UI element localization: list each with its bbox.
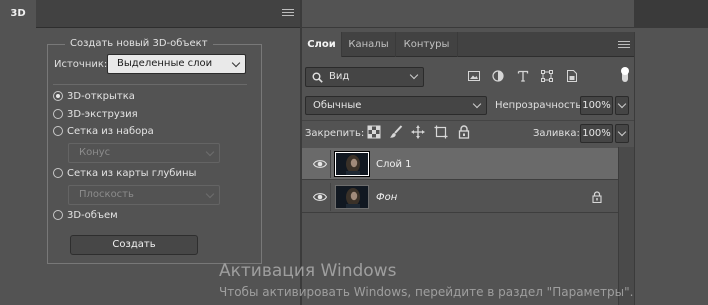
adjustment-filter-icon[interactable] — [492, 70, 504, 82]
fill-label[interactable]: Заливка: — [533, 127, 580, 140]
source-select[interactable]: Выделенные слои — [107, 54, 246, 74]
upper-panel-side — [634, 0, 708, 28]
layers-panel-menu-icon[interactable] — [618, 41, 630, 50]
windows-activation-title: Активация Windows — [219, 261, 397, 281]
chevron-down-icon — [472, 99, 482, 109]
lock-position-icon[interactable] — [411, 125, 425, 139]
chevron-down-icon — [231, 58, 241, 68]
mesh-preset-value: Конус — [79, 147, 111, 158]
option-label: Сетка из карты глубины — [67, 167, 197, 179]
tab-3d[interactable]: 3D — [0, 0, 36, 28]
image-filter-icon[interactable] — [468, 70, 480, 82]
depth-map-select: Плоскость — [68, 185, 220, 205]
source-label: Источник: — [54, 59, 108, 70]
lock-label: Закрепить: — [305, 128, 365, 139]
chevron-down-icon — [617, 127, 627, 137]
layer-thumbnail[interactable] — [335, 185, 369, 209]
layer-name[interactable]: Фон — [376, 191, 397, 204]
option-3d-extrusion[interactable]: 3D-экструзия — [53, 107, 138, 121]
divider — [53, 84, 247, 85]
radio-icon[interactable] — [53, 210, 63, 220]
option-label: 3D-открытка — [67, 90, 135, 102]
divider — [302, 120, 634, 121]
source-select-value: Выделенные слои — [117, 58, 213, 69]
blend-mode-value: Обычные — [313, 100, 362, 111]
lock-transparent-pixels-icon[interactable] — [367, 125, 381, 139]
layers-scrollbar[interactable] — [618, 147, 634, 305]
chevron-down-icon — [205, 189, 215, 199]
tab-paths[interactable]: Контуры — [396, 32, 458, 57]
radio-icon[interactable] — [53, 126, 63, 136]
option-label: Сетка из набора — [67, 125, 154, 137]
layer-kind-value: Вид — [329, 71, 350, 82]
filter-toggle-knob[interactable] — [621, 67, 629, 75]
portrait-thumbnail — [336, 153, 368, 175]
windows-activation-text: Чтобы активировать Windows, перейдите в … — [219, 285, 634, 299]
layer-name[interactable]: Слой 1 — [376, 158, 412, 171]
lock-image-pixels-icon[interactable] — [389, 125, 403, 139]
radio-checked-icon[interactable] — [53, 91, 63, 101]
chevron-down-icon — [617, 99, 627, 109]
option-label: 3D-экструзия — [67, 108, 138, 120]
lock-icon[interactable] — [591, 191, 603, 203]
option-label: 3D-объем — [67, 209, 118, 221]
right-panel-area — [634, 32, 708, 305]
tab-channels[interactable]: Каналы — [342, 32, 396, 57]
portrait-thumbnail — [336, 186, 368, 208]
option-3d-postcard[interactable]: 3D-открытка — [53, 89, 135, 103]
option-3d-volume[interactable]: 3D-объем — [53, 208, 118, 222]
layers-tab-bar: Слои Каналы Контуры — [302, 32, 634, 57]
radio-icon[interactable] — [53, 109, 63, 119]
chevron-down-icon — [205, 147, 215, 157]
panel-3d-tab-bar — [0, 0, 300, 28]
layer-kind-filter[interactable]: Вид — [305, 67, 424, 87]
opacity-slider-button[interactable] — [615, 96, 629, 115]
blend-mode-select[interactable]: Обычные — [305, 96, 487, 115]
tab-layers[interactable]: Слои — [302, 32, 342, 57]
shape-filter-icon[interactable] — [541, 70, 553, 82]
mesh-preset-select: Конус — [68, 143, 220, 163]
layer-row-selected[interactable]: Слой 1 — [302, 148, 618, 180]
chevron-down-icon — [409, 70, 419, 80]
search-icon — [312, 72, 323, 83]
layer-thumbnail[interactable] — [334, 151, 370, 177]
upper-panel — [302, 0, 634, 28]
opacity-input[interactable]: 100% — [580, 96, 613, 115]
layer-separator — [330, 150, 331, 178]
opacity-label[interactable]: Непрозрачность: — [495, 99, 585, 112]
type-filter-icon[interactable] — [517, 70, 529, 82]
create-3d-object-title: Создать новый 3D-объект — [65, 37, 213, 51]
smart-object-filter-icon[interactable] — [566, 70, 578, 82]
fill-input[interactable]: 100% — [580, 124, 613, 143]
layer-separator — [330, 183, 331, 211]
fill-slider-button[interactable] — [615, 124, 629, 143]
prevent-auto-nesting-icon[interactable] — [434, 125, 448, 139]
eye-icon[interactable] — [313, 191, 327, 203]
layer-row[interactable]: Фон — [302, 181, 618, 213]
option-mesh-from-preset[interactable]: Сетка из набора — [53, 124, 154, 138]
option-mesh-from-depth-map[interactable]: Сетка из карты глубины — [53, 166, 196, 180]
radio-icon[interactable] — [53, 168, 63, 178]
lock-all-icon[interactable] — [457, 125, 471, 139]
panel-3d-menu-icon[interactable] — [282, 9, 294, 18]
create-button[interactable]: Создать — [70, 235, 198, 255]
eye-icon[interactable] — [313, 158, 327, 170]
depth-map-value: Плоскость — [79, 189, 134, 200]
